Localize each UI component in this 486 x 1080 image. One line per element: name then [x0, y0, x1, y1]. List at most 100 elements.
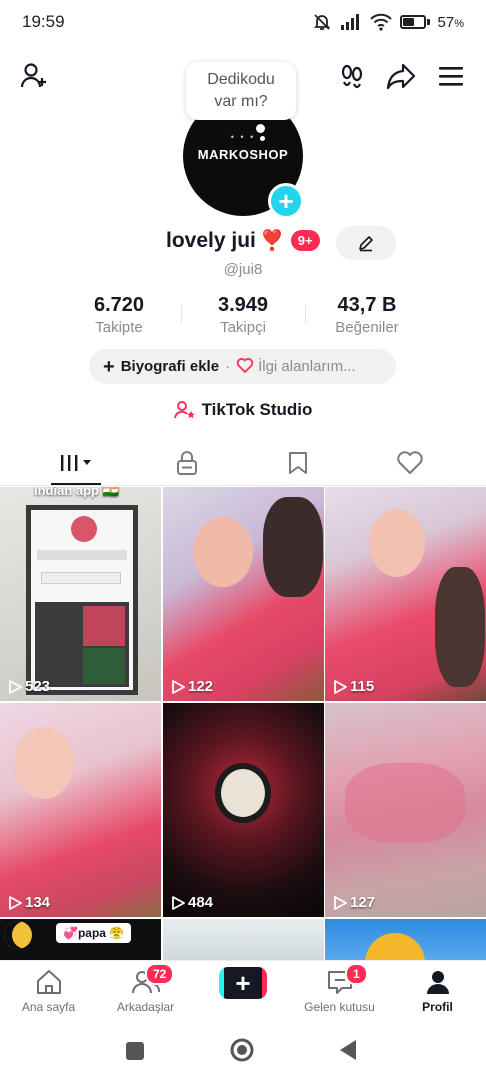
view-count-value: 115: [350, 678, 375, 695]
video-caption: Indian app 🇮🇳: [34, 487, 119, 498]
video-thumbnail[interactable]: 💞papa 😤: [0, 919, 161, 960]
view-count: 523: [8, 678, 50, 695]
share-profile-button[interactable]: [385, 60, 417, 92]
inbox-icon: [291, 967, 388, 997]
home-system-button[interactable]: [229, 1037, 255, 1068]
stat-likes[interactable]: 43,7 B Beğeniler: [302, 294, 432, 336]
stat-followers-label: Takipçi: [220, 319, 266, 336]
avatar-text: MARKOSHOP: [197, 147, 289, 162]
view-count-value: 484: [188, 894, 214, 911]
video-thumbnail[interactable]: [325, 919, 486, 960]
play-icon: [172, 679, 185, 694]
bell-muted-icon: [312, 12, 332, 32]
content-tabs: [0, 440, 486, 486]
video-thumbnail[interactable]: 115: [325, 487, 486, 701]
studio-person-star-icon: [173, 401, 195, 419]
create-button-frame: +: [219, 967, 267, 999]
pencil-icon: [359, 236, 373, 252]
view-count: 115: [333, 678, 374, 695]
add-friend-button[interactable]: [18, 60, 50, 92]
note-text-line2: var mı?: [214, 93, 268, 110]
inbox-badge: 1: [345, 963, 368, 985]
notification-badge[interactable]: 9+: [290, 230, 320, 251]
video-thumbnail[interactable]: 484: [163, 703, 324, 917]
stat-following[interactable]: 6.720 Takipte: [54, 294, 184, 336]
add-avatar-plus-icon[interactable]: +: [268, 183, 304, 219]
battery-icon: [399, 15, 430, 29]
status-bar: 19:59 57%: [0, 0, 486, 46]
menu-button[interactable]: [435, 60, 467, 92]
avatar-dots: • • •: [230, 132, 256, 142]
video-thumbnail[interactable]: 127: [325, 703, 486, 917]
play-icon: [172, 895, 185, 910]
nav-profile[interactable]: Profil: [389, 961, 486, 1025]
nav-friends[interactable]: 72 Arkadaşlar: [97, 961, 194, 1025]
play-icon: [334, 679, 347, 694]
tab-active-indicator: [51, 483, 101, 485]
tab-videos[interactable]: [46, 440, 106, 486]
view-count: 127: [333, 894, 375, 911]
wifi-icon: [369, 13, 392, 31]
view-count: 484: [171, 894, 213, 911]
stat-likes-value: 43,7 B: [337, 294, 397, 316]
heart-outline-icon: [236, 357, 254, 377]
note-text-line1: Dedikodu: [207, 71, 275, 88]
videos-grid-icon: [61, 455, 91, 471]
status-icons: 57%: [312, 12, 464, 32]
video-thumbnail[interactable]: 122: [163, 487, 324, 701]
bio-pill: + Biyografi ekle · İlgi alanlarım...: [89, 349, 396, 384]
nav-home[interactable]: Ana sayfa: [0, 961, 97, 1025]
add-bio-button[interactable]: Biyografi ekle: [121, 358, 219, 375]
bookmark-icon: [289, 452, 307, 474]
view-count-value: 122: [188, 678, 214, 695]
create-plus-icon: +: [224, 967, 262, 999]
circle-icon: [230, 1038, 254, 1062]
status-time: 19:59: [22, 12, 65, 31]
stat-followers[interactable]: 3.949 Takipçi: [178, 294, 308, 336]
add-friend-icon: [20, 63, 46, 88]
bio-separator: ·: [225, 358, 231, 375]
studio-label: TikTok Studio: [201, 400, 313, 419]
square-icon: [126, 1042, 144, 1060]
nav-inbox[interactable]: 1 Gelen kutusu: [291, 961, 388, 1025]
bubble-tail-small: [260, 136, 265, 141]
tab-saved[interactable]: [268, 440, 328, 486]
view-count-value: 523: [25, 678, 51, 695]
tab-liked[interactable]: [380, 440, 440, 486]
stat-likes-label: Beğeniler: [335, 319, 399, 336]
plus-icon: +: [103, 355, 115, 378]
profile-views-button[interactable]: [336, 60, 368, 92]
signal-icon: [340, 14, 362, 30]
footprints-icon: [341, 64, 363, 89]
nav-friends-label: Arkadaşlar: [116, 1000, 175, 1014]
video-sticker: 💞papa 😤: [56, 923, 132, 943]
thumbnail-frame: [26, 505, 138, 695]
display-name: lovely jui: [166, 228, 256, 252]
moon-icon: [4, 921, 32, 949]
battery-percent: 57%: [437, 13, 464, 31]
recents-button[interactable]: [125, 1041, 145, 1066]
bubble-tail: [256, 124, 265, 133]
tab-private[interactable]: [157, 440, 217, 486]
heart-emoji: ❣️: [259, 230, 285, 252]
play-icon: [9, 679, 22, 694]
menu-icon: [439, 67, 463, 86]
nav-home-label: Ana sayfa: [21, 1000, 76, 1014]
view-count-value: 134: [25, 894, 51, 911]
tiktok-studio-link[interactable]: TikTok Studio: [0, 400, 486, 420]
name-row: lovely jui ❣️ 9+: [166, 228, 320, 253]
play-icon: [9, 895, 22, 910]
video-thumbnail[interactable]: [163, 919, 324, 960]
bottom-nav: Ana sayfa 72 Arkadaşlar + 1 Gelen kutusu…: [0, 960, 486, 1024]
home-icon: [0, 967, 97, 997]
video-thumbnail[interactable]: 134: [0, 703, 161, 917]
video-thumbnail[interactable]: Indian app 🇮🇳 523: [0, 487, 161, 701]
profile-icon: [389, 967, 486, 997]
back-button[interactable]: [338, 1039, 358, 1066]
note-bubble[interactable]: Dedikodu var mı?: [186, 62, 296, 120]
friends-badge: 72: [145, 963, 175, 985]
edit-profile-button[interactable]: [336, 226, 396, 260]
lock-icon: [177, 451, 197, 475]
triangle-back-icon: [340, 1040, 356, 1060]
interests-button[interactable]: İlgi alanlarım...: [258, 358, 356, 375]
